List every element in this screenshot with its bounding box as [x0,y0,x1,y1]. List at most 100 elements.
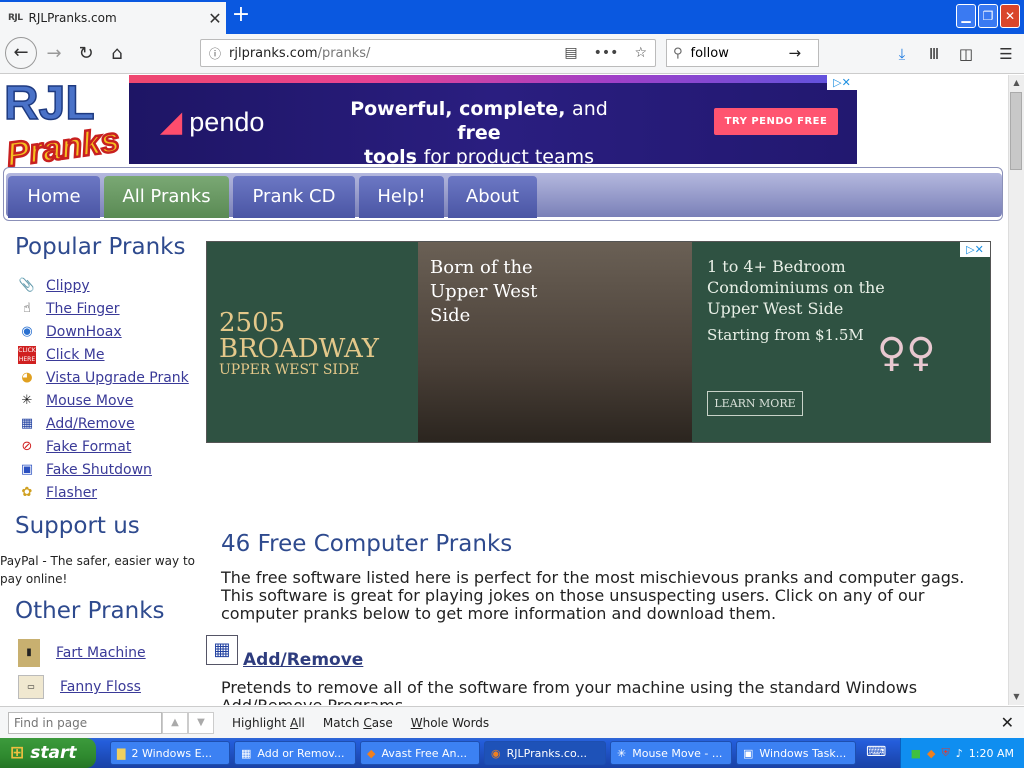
menu-all-pranks[interactable]: All Pranks [104,176,229,218]
tray-security-icon[interactable]: ⛨ [942,746,950,760]
add-remove-icon: ▦ [20,416,34,431]
minimize-button[interactable]: ▁ [956,4,976,28]
prank-link-fake-format[interactable]: ⊘ Fake Format [18,436,132,458]
reload-icon[interactable]: ↻ [72,40,100,68]
page-actions-icon[interactable]: ••• [594,45,619,61]
tab-title: RJLPranks.com [28,11,117,25]
learn-more-button[interactable]: LEARN MORE [707,391,803,416]
bookmark-star-icon[interactable]: ☆ [634,45,647,61]
scrollbar-thumb[interactable] [1010,92,1022,170]
other-link-fart-machine[interactable]: ▮ Fart Machine [18,638,146,668]
folder-icon: ▇ [117,746,126,760]
search-box[interactable]: ⚲ → [666,39,819,67]
menu-home[interactable]: Home [8,176,100,218]
ad-neighborhood: UPPER WEST SIDE [219,362,360,378]
site-info-icon[interactable]: ⓘ [201,45,229,62]
avast-icon: ◆ [367,746,376,760]
svg-text:RJL: RJL [4,77,95,130]
page-title: 46 Free Computer Pranks [221,531,513,557]
tab-rjlpranks[interactable]: RJL RJLPranks.com ✕ [0,2,226,34]
forward-icon[interactable]: → [40,40,68,68]
whole-words-option[interactable]: Whole Words [411,716,489,730]
ad-price: Starting from $1.5M [707,326,864,344]
library-icon[interactable]: Ⅲ [922,42,946,66]
restore-button[interactable]: ❐ [978,4,998,28]
task-avast[interactable]: ◆ Avast Free An... [360,741,480,765]
tray-avast-icon[interactable]: ◆ [927,747,935,760]
menu-icon[interactable]: ☰ [994,42,1018,66]
search-input[interactable] [690,45,781,61]
popular-pranks-heading: Popular Pranks [15,234,186,260]
family-illustration: ♀♀ [877,330,936,376]
tray-volume-icon[interactable]: ♪ [956,747,963,760]
scroll-down-icon[interactable]: ▼ [1009,689,1024,705]
add-remove-prank-icon[interactable]: ▦ [206,635,238,665]
new-tab-icon[interactable]: + [230,4,252,28]
ad-building-name: 2505 BROADWAY [219,308,379,364]
prank-description: Pretends to remove all of the software f… [221,678,918,706]
globe-icon: ◉ [21,324,33,339]
building-photo: Born of the Upper West Side [418,242,692,442]
back-icon[interactable]: ← [5,37,37,69]
ad-stripe [129,75,857,83]
vista-icon: ◕ [21,370,33,385]
windows-logo-icon: ⊞ [10,743,25,763]
ad-choices-icon-2[interactable]: ▷✕ [960,242,990,257]
prank-link-mouse-move[interactable]: ✳ Mouse Move [18,390,134,412]
no-format-icon: ⊘ [21,439,33,454]
tab-close-icon[interactable]: ✕ [204,9,226,28]
sidebar-icon[interactable]: ◫ [954,42,978,66]
fanny-floss-icon: ▭ [18,675,44,699]
other-link-fanny-floss[interactable]: ▭ Fanny Floss [18,672,141,702]
ad-headline: Powerful, complete, and free tools for p… [350,98,608,164]
url-bar[interactable]: ⓘ rjlpranks.com/pranks/ ▤ ••• ☆ [200,39,656,67]
ad-choices-icon[interactable]: ▷✕ [827,75,857,90]
find-input[interactable] [8,711,162,734]
task-windows-task-manager[interactable]: ▣ Windows Task... [736,741,856,765]
window-close-button[interactable]: ✕ [1000,4,1020,28]
prank-link-add-remove[interactable]: ▦ Add/Remove [18,413,135,435]
prank-link-click-me[interactable]: CLICK HERE Click Me [18,344,105,366]
task-rjlpranks[interactable]: ◉ RJLPranks.co... [484,741,606,765]
home-icon[interactable]: ⌂ [103,40,131,68]
flasher-icon: ✿ [21,485,33,500]
pendo-logo: ◢ pendo [161,107,265,137]
start-button[interactable]: ⊞ start [0,738,96,768]
prank-title-add-remove[interactable]: Add/Remove [243,650,363,670]
task-add-remove[interactable]: ▦ Add or Remov... [234,741,356,765]
match-case-option[interactable]: Match Case [323,716,393,730]
support-us-heading: Support us [15,513,140,539]
clock[interactable]: 1:20 AM [969,747,1014,760]
highlight-all-option[interactable]: Highlight All [232,716,305,730]
menu-help[interactable]: Help! [359,176,444,218]
rjl-pranks-logo[interactable]: RJL Pranks [0,75,126,167]
prank-link-downhoax[interactable]: ◉ DownHoax [18,321,121,343]
prank-link-clippy[interactable]: 📎 Clippy [18,275,90,297]
find-close-icon[interactable]: ✕ [1001,713,1014,732]
task-windows-explorer[interactable]: ▇ 2 Windows E... [110,741,230,765]
try-pendo-button[interactable]: TRY PENDO FREE [714,108,838,135]
scroll-up-icon[interactable]: ▲ [1009,75,1024,91]
broadway-ad[interactable]: 2505 BROADWAY UPPER WEST SIDE Born of th… [206,241,991,443]
find-bar: ▲ ▼ Highlight All Match Case Whole Words… [0,706,1024,738]
menu-about[interactable]: About [448,176,537,218]
menu-prank-cd[interactable]: Prank CD [233,176,355,218]
page-content: RJL Pranks ◢ pendo Powerful, complete, a… [0,75,1008,705]
tray-green-icon[interactable]: ■ [911,747,921,760]
favicon: RJL [8,13,23,23]
add-remove-task-icon: ▦ [241,746,252,760]
pendo-ad[interactable]: ◢ pendo Powerful, complete, and free too… [129,75,857,164]
find-prev-icon[interactable]: ▲ [162,711,188,734]
prank-link-fake-shutdown[interactable]: ▣ Fake Shutdown [18,459,152,481]
downloads-icon[interactable]: ⤓ [890,42,914,66]
task-mouse-move[interactable]: ✳ Mouse Move - ... [610,741,732,765]
keyboard-icon[interactable]: ⌨ [866,744,886,760]
ad-bedrooms-text: 1 to 4+ Bedroom Condominiums on the Uppe… [707,257,885,318]
find-next-icon[interactable]: ▼ [188,711,214,734]
search-icon: ⚲ [673,45,683,61]
prank-link-flasher[interactable]: ✿ Flasher [18,482,98,504]
reader-view-icon[interactable]: ▤ [564,45,577,61]
prank-link-vista-upgrade[interactable]: ◕ Vista Upgrade Prank [18,367,188,389]
search-go-icon[interactable]: → [789,44,802,62]
prank-link-the-finger[interactable]: ☝ The Finger [18,298,120,320]
